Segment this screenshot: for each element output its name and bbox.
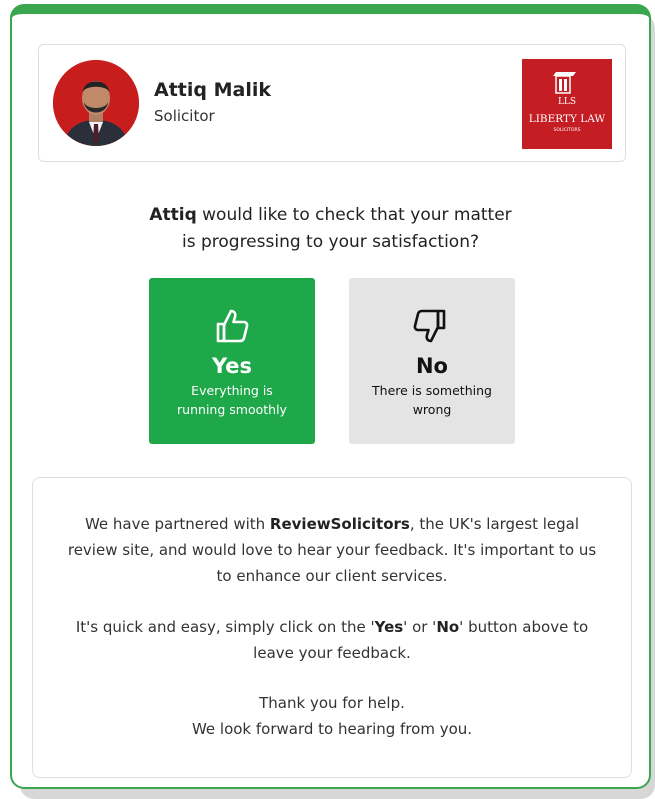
avatar: [53, 60, 139, 146]
info-panel: We have partnered with ReviewSolicitors,…: [32, 477, 632, 778]
no-subtext-line2: wrong: [412, 402, 452, 417]
solicitor-role: Solicitor: [154, 107, 215, 125]
firm-logo: LLS LIBERTY LAW SOLICITORS: [522, 59, 612, 149]
no-label: No: [415, 354, 448, 378]
question-line1: would like to check that your matter: [196, 205, 512, 225]
info-yes-word: Yes: [374, 618, 404, 636]
yes-subtext-line1: Everything is: [191, 383, 273, 398]
info-paragraph-2: It's quick and easy, simply click on the…: [53, 614, 611, 666]
info-p1-text-b: , the UK's largest legal: [409, 515, 580, 533]
thumbs-down-icon: [413, 309, 446, 343]
info-p3-line2: We look forward to hearing from you.: [191, 720, 473, 738]
feedback-card: Attiq Malik Solicitor LLS LIBERTY LAW SO…: [10, 4, 651, 789]
svg-text:LIBERTY LAW: LIBERTY LAW: [529, 113, 606, 125]
info-p2-text-mid: ' or ': [403, 618, 437, 636]
yes-subtext-line2: running smoothly: [177, 402, 287, 417]
no-subtext: There is something wrong: [359, 381, 505, 419]
no-subtext-line1: There is something: [372, 383, 492, 398]
question-line2: is progressing to your satisfaction?: [181, 232, 480, 252]
satisfaction-question: Attiq would like to check that your matt…: [12, 202, 649, 256]
yes-subtext: Everything is running smoothly: [159, 381, 305, 419]
info-p2-text-a: It's quick and easy, simply click on the…: [75, 618, 375, 636]
question-first-name: Attiq: [149, 205, 197, 225]
svg-text:SOLICITORS: SOLICITORS: [554, 127, 581, 133]
info-p3-line1: Thank you for help.: [259, 694, 405, 712]
yes-label: Yes: [211, 354, 253, 378]
solicitor-name: Attiq Malik: [154, 79, 271, 101]
info-p1-text-a: We have partnered with: [84, 515, 270, 533]
info-paragraph-1: We have partnered with ReviewSolicitors,…: [53, 511, 611, 589]
info-p1-line2: review site, and would love to hear your…: [67, 541, 597, 559]
svg-text:LLS: LLS: [558, 97, 576, 107]
info-no-word: No: [436, 618, 460, 636]
person-photo-icon: [53, 60, 139, 146]
no-button[interactable]: No There is something wrong: [349, 278, 515, 444]
info-p2-text-b: ' button above to: [459, 618, 589, 636]
thumbs-up-icon: [216, 309, 249, 343]
yes-button[interactable]: Yes Everything is running smoothly: [149, 278, 315, 444]
info-paragraph-3: Thank you for help. We look forward to h…: [53, 690, 611, 742]
brand-name: ReviewSolicitors: [269, 515, 410, 533]
info-p1-line3: to enhance our client services.: [216, 567, 448, 585]
solicitor-profile: Attiq Malik Solicitor LLS LIBERTY LAW SO…: [38, 44, 626, 162]
info-p2-line2: leave your feedback.: [253, 644, 411, 662]
liberty-law-logo-icon: LLS LIBERTY LAW SOLICITORS: [522, 59, 612, 149]
